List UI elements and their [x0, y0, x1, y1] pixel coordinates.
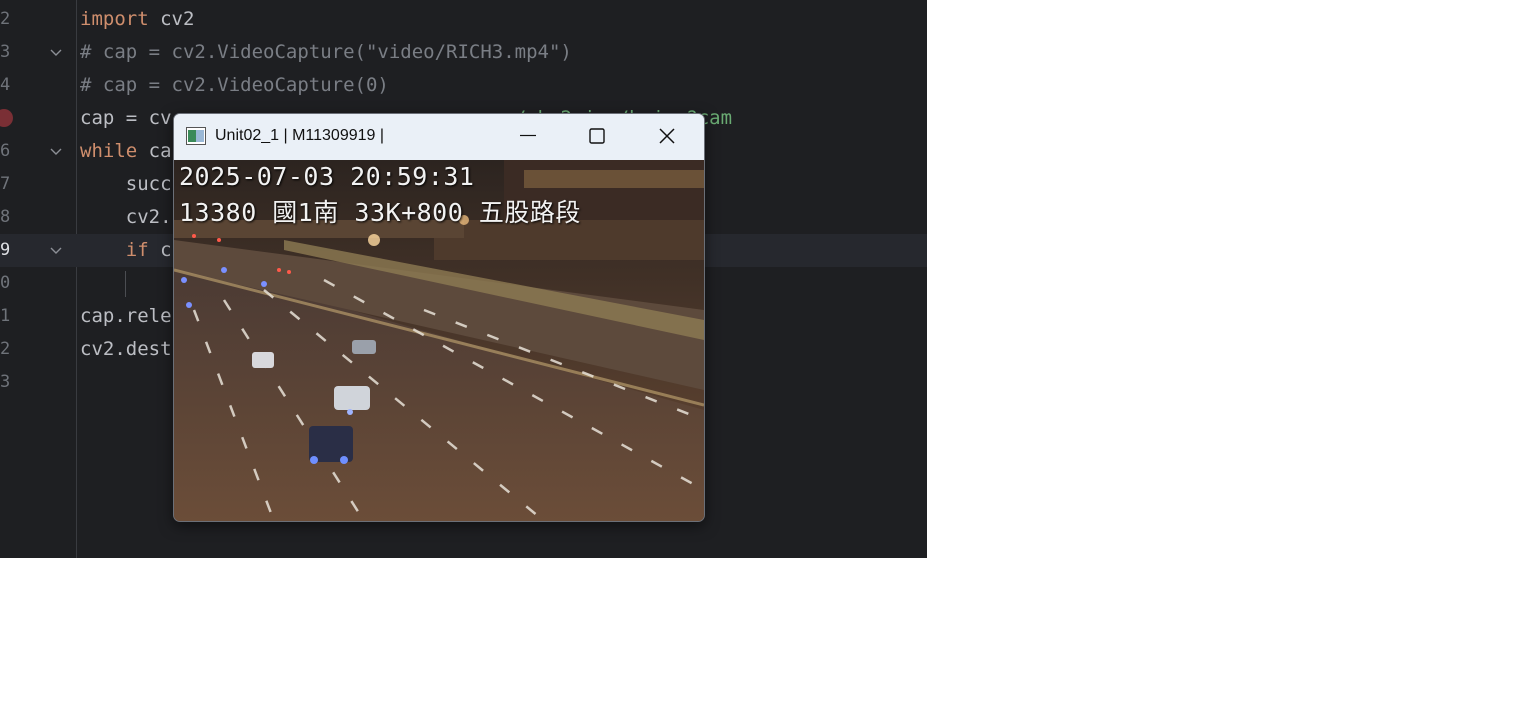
line-number: 6 [0, 141, 11, 161]
close-icon [659, 128, 675, 144]
code-text[interactable]: # cap = cv2.VideoCapture("video/RICH3.mp… [80, 36, 572, 69]
fold-chevron-icon[interactable] [50, 46, 62, 58]
code-text[interactable]: if c [80, 234, 172, 267]
code-token: import [80, 8, 149, 30]
code-token: cv2 [148, 8, 195, 30]
code-token: while [80, 140, 138, 162]
camera-frame: 2025-07-03 20:59:31 13380 國1南 33K+800 五股… [174, 160, 704, 521]
code-token: succ [80, 173, 172, 195]
minimize-icon [520, 134, 536, 137]
window-titlebar[interactable]: Unit02_1 | M11309919 | [174, 114, 704, 160]
code-token: cap = cv [80, 107, 172, 129]
line-number: 4 [0, 75, 11, 95]
close-button[interactable] [637, 114, 697, 158]
maximize-button[interactable] [567, 114, 627, 158]
breakpoint-icon[interactable] [0, 109, 13, 127]
line-number: 0 [0, 273, 11, 293]
code-text[interactable]: # cap = cv2.VideoCapture(0) [80, 69, 389, 102]
line-number: 2 [0, 9, 11, 29]
osd-location: 13380 國1南 33K+800 五股路段 [179, 198, 581, 227]
line-number: 2 [0, 339, 11, 359]
code-token: cap.rele [80, 305, 172, 327]
image-window-icon [186, 127, 206, 145]
opencv-window[interactable]: Unit02_1 | M11309919 | 2025-07-03 20:59:… [173, 113, 705, 522]
caret-indent-guide [125, 271, 126, 297]
code-token: cv2.dest [80, 338, 172, 360]
code-token: # cap = cv2.VideoCapture("video/RICH3.mp… [80, 41, 572, 63]
code-token: # cap = cv2.VideoCapture(0) [80, 74, 389, 96]
code-line[interactable]: 3 # cap = cv2.VideoCapture("video/RICH3.m… [0, 36, 927, 69]
code-line[interactable]: 4 # cap = cv2.VideoCapture(0) [0, 69, 927, 102]
line-number: 3 [0, 372, 11, 392]
line-number: 9 [0, 240, 11, 260]
code-text[interactable]: while ca [80, 135, 172, 168]
code-token: ca [137, 140, 172, 162]
code-text[interactable]: cv2.dest [80, 333, 172, 366]
code-text[interactable]: succ [80, 168, 172, 201]
fold-chevron-icon[interactable] [50, 145, 62, 157]
code-text[interactable]: cap.rele [80, 300, 172, 333]
line-number: 1 [0, 306, 11, 326]
code-token: cv2. [80, 206, 172, 228]
line-number: 8 [0, 207, 11, 227]
maximize-icon [589, 128, 605, 144]
fold-chevron-icon[interactable] [50, 244, 62, 256]
code-token: if [125, 239, 149, 261]
osd-timestamp: 2025-07-03 20:59:31 [179, 162, 475, 191]
code-line[interactable]: 2 import cv2 [0, 3, 927, 36]
minimize-button[interactable] [498, 114, 558, 158]
line-number: 3 [0, 42, 11, 62]
code-text[interactable]: import cv2 [80, 3, 194, 36]
code-token: c [148, 239, 172, 261]
window-title: Unit02_1 | M11309919 | [215, 127, 385, 144]
line-number: 7 [0, 174, 11, 194]
